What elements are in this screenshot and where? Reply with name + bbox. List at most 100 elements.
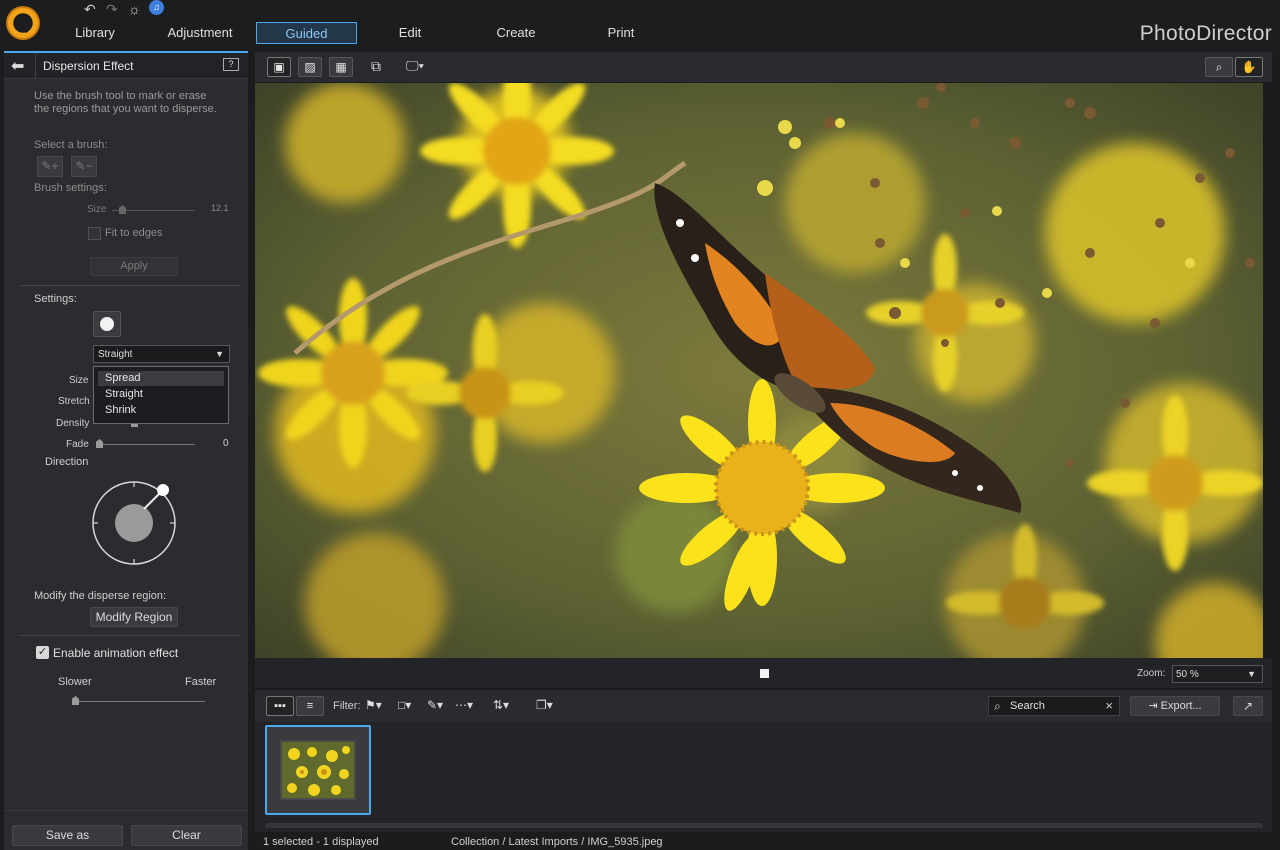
thumbnail-frame [280,740,356,800]
photo-canvas[interactable] [255,83,1263,658]
thumbnail-image [282,742,354,798]
fade-slider-label: Fade [66,439,89,450]
more-filter-icon[interactable]: ⋯▾ [455,698,473,712]
compare-view-icon[interactable]: ▣ [267,57,291,77]
tab-print[interactable]: Print [581,22,661,44]
enable-animation-checkbox[interactable]: ✓ [36,646,49,659]
density-slider-label: Density [56,418,90,429]
sort-icon[interactable]: ⇅▾ [493,698,509,712]
clear-button[interactable]: Clear [131,825,242,846]
tab-adjustment[interactable]: Adjustment [160,22,240,44]
zoom-dropdown[interactable]: 50 % ▼ [1172,665,1263,683]
speed-thumb[interactable] [72,696,79,705]
stop-playback-icon[interactable] [760,669,769,678]
tab-edit[interactable]: Edit [370,22,450,44]
direction-label: Direction [45,456,89,468]
viewer-bottom-strip: Zoom: 50 % ▼ [255,658,1272,688]
rotate-view-icon[interactable]: ⧉ [371,58,381,75]
undo-icon[interactable]: ↶ [84,1,96,18]
menu-item-straight[interactable]: Straight [98,387,224,402]
fade-thumb[interactable] [96,439,103,448]
redo-icon[interactable]: ↷ [106,1,118,18]
export-button[interactable]: ⇥ Export... [1130,696,1220,716]
butterfly-photo [255,83,1263,658]
filmstrip [255,722,1272,832]
display-mode-icon[interactable]: 🖵▾ [406,58,424,74]
tab-library[interactable]: Library [55,22,135,44]
brush-size-label: Size [87,204,107,215]
mode-selected: Straight [98,349,133,360]
brush-add-icon[interactable]: ✎+ [37,156,63,177]
save-as-button[interactable]: Save as [12,825,123,846]
particle-shape-button[interactable] [93,311,121,337]
edit-filter-icon[interactable]: ✎▾ [427,698,443,712]
filter-label: Filter: [333,700,361,712]
zoom-value: 50 % [1176,669,1199,680]
brush-erase-icon[interactable]: ✎− [71,156,97,177]
faster-label: Faster [185,676,217,688]
color-filter-icon[interactable]: □▾ [398,698,411,712]
brush-settings-label: Brush settings: [34,182,107,194]
brush-size-thumb[interactable] [119,205,126,214]
circle-shape-icon [100,317,114,331]
chevron-down-icon: ▼ [215,349,224,359]
menu-item-spread[interactable]: Spread [98,371,224,386]
fit-to-edges-checkbox[interactable] [88,227,101,240]
settings-icon[interactable]: ☼ [128,1,141,17]
hand-tool-icon[interactable]: ✋ [1235,57,1263,77]
panel-title: Dispersion Effect [43,59,134,73]
tab-create[interactable]: Create [476,22,556,44]
export-label: Export... [1160,700,1202,712]
divider [20,635,240,636]
guided-panel: ⬅ Dispersion Effect ? Use the brush tool… [4,51,248,850]
clear-search-icon[interactable]: × [1105,698,1113,713]
instructions-text: Use the brush tool to mark or erase the … [34,90,217,115]
list-view-icon[interactable]: ≡ [296,696,324,716]
zoom-label: Zoom: [1137,668,1166,679]
notification-icon[interactable]: ♫ [149,0,164,15]
slower-label: Slower [58,676,92,688]
stretch-slider-label: Stretch [58,396,90,407]
export-icon: ⇥ [1148,700,1161,712]
header-divider [35,53,36,79]
divider [4,810,248,811]
fade-value: 0 [223,438,229,449]
top-bar: ↶ ↷ ☼ ♫ Library Adjustment Guided Edit C… [0,0,1280,50]
panel-header: ⬅ Dispersion Effect ? [4,53,248,79]
apply-button[interactable]: Apply [90,257,178,276]
app-logo-icon[interactable] [6,6,40,40]
tab-guided[interactable]: Guided [256,22,357,44]
select-brush-label: Select a brush: [34,139,108,151]
search-field[interactable]: ⌕ Search × [988,696,1120,716]
help-icon[interactable]: ? [223,58,239,71]
speed-slider[interactable] [74,701,205,702]
back-arrow-icon[interactable]: ⬅ [11,56,24,76]
single-view-icon[interactable]: ▨ [298,57,322,77]
divider [20,285,240,286]
viewer-toolbar: ▣ ▨ ▦ ⧉ 🖵▾ ⌕ ✋ [255,52,1272,82]
grid-view-icon[interactable]: ▦ [329,57,353,77]
search-input[interactable]: Search [1010,700,1045,712]
filmstrip-toolbar: ▪▪▪ ≡ Filter: ⚑▾ □▾ ✎▾ ⋯▾ ⇅▾ ❐▾ ⌕ Search… [255,690,1272,722]
selection-status: 1 selected - 1 displayed [263,836,379,848]
search-icon: ⌕ [994,699,1001,713]
brand-name: PhotoDirector [1139,22,1272,45]
zoom-tool-icon[interactable]: ⌕ [1205,57,1233,77]
fade-slider[interactable] [98,444,195,445]
thumbnail-selected[interactable] [265,725,371,815]
chevron-down-icon: ▼ [1247,669,1256,679]
brush-size-value: 12.1 [211,203,229,213]
filmstrip-scrollbar[interactable] [265,823,1263,828]
fit-to-edges-label: Fit to edges [105,227,163,239]
filmstrip-view-icon[interactable]: ▪▪▪ [266,696,294,716]
modify-region-label: Modify the disperse region: [34,590,167,602]
flag-filter-icon[interactable]: ⚑▾ [365,698,382,712]
size-slider-label: Size [69,375,89,386]
popout-icon[interactable]: ↗ [1233,696,1263,716]
status-bar: 1 selected - 1 displayed Collection / La… [255,834,1280,850]
direction-dial[interactable] [88,477,180,569]
modify-region-button[interactable]: Modify Region [90,607,178,627]
menu-item-shrink[interactable]: Shrink [98,403,224,418]
stack-icon[interactable]: ❐▾ [536,698,553,712]
mode-dropdown[interactable]: Straight ▼ [93,345,230,363]
